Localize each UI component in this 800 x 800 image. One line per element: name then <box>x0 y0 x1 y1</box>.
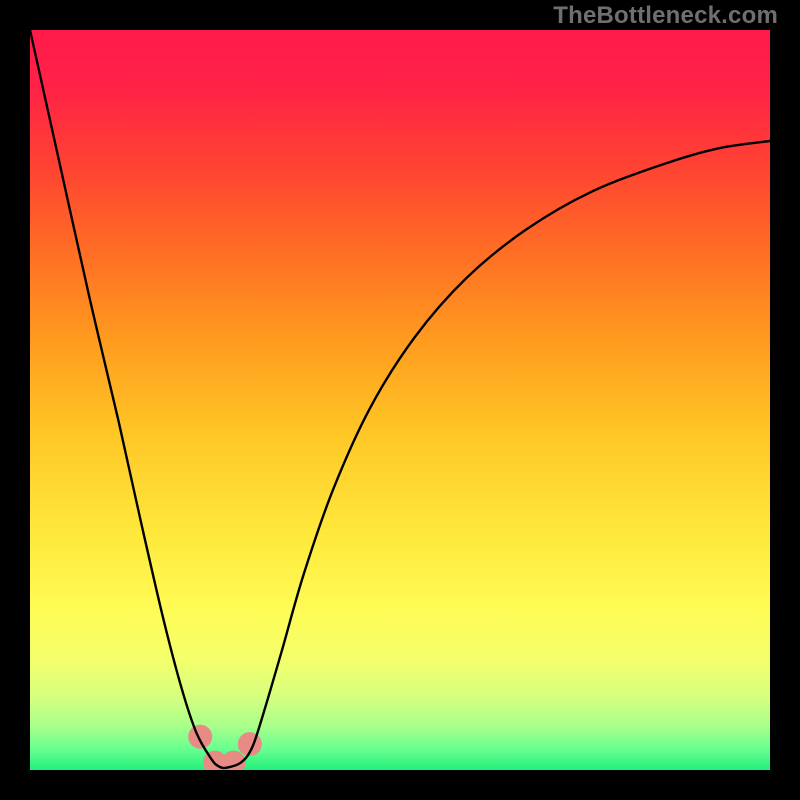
bottleneck-curve <box>30 30 770 768</box>
curve-layer <box>30 30 770 770</box>
chart-frame: TheBottleneck.com <box>0 0 800 800</box>
marker-dots-group <box>188 725 262 770</box>
marker-dot <box>188 725 212 749</box>
plot-area <box>30 30 770 770</box>
watermark: TheBottleneck.com <box>553 2 778 30</box>
